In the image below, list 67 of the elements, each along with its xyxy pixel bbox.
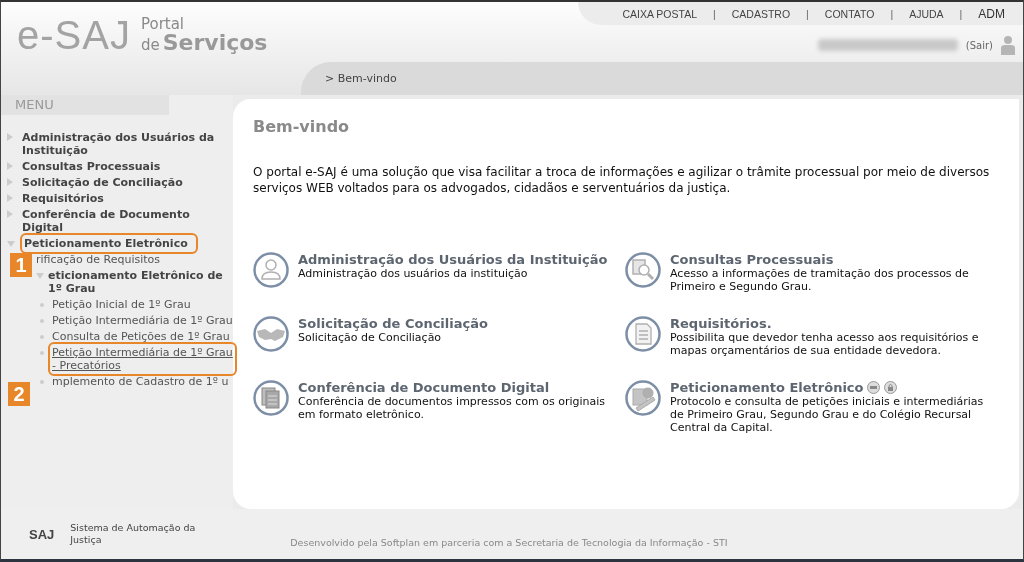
certificate-icon bbox=[867, 381, 881, 394]
menu-item[interactable]: Requisitórios bbox=[22, 192, 104, 205]
role-label: ADM bbox=[978, 7, 1005, 21]
service-description: Protocolo e consulta de petições iniciais e intermediárias de Primeiro Grau, Segundo Grau e do Colégio Recursal Central da Capital. bbox=[670, 395, 985, 434]
service-description: Acesso a informações de tramitação dos processos de Primeiro e Segundo Grau. bbox=[670, 267, 970, 293]
tree-toggle-icon[interactable] bbox=[7, 194, 13, 202]
esaj-logo: e-SAJ bbox=[17, 12, 131, 58]
menu-link[interactable]: mplemento de Cadastro de 1º u bbox=[52, 375, 229, 388]
credits-text: Desenvolvido pela Softplan em parceria com a Secretaria de Tecnologia da Informação - STI bbox=[290, 535, 728, 548]
tree-toggle-icon[interactable] bbox=[7, 178, 13, 186]
menu-title: MENU bbox=[1, 95, 169, 115]
nav-link[interactable]: AJUDA bbox=[909, 8, 944, 20]
user-icon bbox=[1001, 35, 1015, 55]
tree-toggle-icon[interactable] bbox=[7, 133, 13, 141]
nav-link[interactable]: CAIXA POSTAL bbox=[622, 8, 697, 20]
logout-link[interactable]: (Sair) bbox=[965, 39, 993, 51]
nav-separator: | bbox=[959, 8, 963, 20]
service-description: Possibilita que devedor tenha acesso aos requisitórios e mapas orçamentários de sua entidade devedora. bbox=[670, 331, 980, 357]
tree-toggle-icon[interactable] bbox=[7, 162, 13, 170]
service-icon[interactable] bbox=[625, 316, 661, 352]
tree-toggle-icon[interactable] bbox=[7, 241, 15, 247]
bullet-icon bbox=[40, 303, 44, 307]
intro-text: O portal e-SAJ é uma solução que visa facilitar a troca de informações e agilizar o trâmite processual por meio de diversos serviços WEB voltados para os advogados, cidadãos e serventuários da justiça. bbox=[253, 164, 991, 196]
bullet-icon bbox=[40, 319, 44, 323]
service-icon[interactable] bbox=[253, 316, 289, 352]
service-description: Administração dos usuários da instituição bbox=[298, 267, 529, 280]
nav-separator: | bbox=[713, 8, 716, 20]
service-title[interactable]: Conferência de Documento Digital bbox=[298, 380, 550, 395]
saj-logo: SAJ bbox=[29, 526, 55, 542]
menu-item[interactable]: Conferência de Documento Digital bbox=[22, 208, 233, 234]
service-title[interactable]: Solicitação de Conciliação bbox=[298, 316, 488, 331]
breadcrumb: > Bem-vindo bbox=[325, 72, 397, 85]
menu-link[interactable]: Consulta de Petições de 1º Grau bbox=[52, 330, 230, 343]
menu-item[interactable]: Solicitação de Conciliação bbox=[22, 176, 183, 189]
portal-title: de bbox=[140, 37, 160, 53]
step-badge: 2 bbox=[8, 382, 30, 406]
bullet-icon bbox=[40, 380, 44, 384]
menu-link[interactable]: Petição Inicial de 1º Grau bbox=[52, 298, 191, 311]
service-description: Solicitação de Conciliação bbox=[298, 331, 443, 344]
tree-toggle-icon[interactable] bbox=[7, 210, 13, 218]
service-title[interactable]: Requisitórios. bbox=[670, 316, 772, 331]
page-title: Bem-vindo bbox=[253, 117, 351, 136]
lock-icon bbox=[884, 381, 898, 394]
service-title[interactable]: Peticionamento Eletrônico bbox=[670, 380, 864, 395]
nav-separator: | bbox=[806, 8, 809, 20]
tree-toggle-icon[interactable] bbox=[36, 273, 44, 279]
service-description: Conferência de documentos impressos com os originais em formato eletrônico. bbox=[298, 395, 607, 421]
menu-item[interactable]: Administração dos Usuários da Instituição bbox=[22, 131, 233, 157]
service-icon[interactable] bbox=[253, 380, 289, 416]
menu-item[interactable]: rificação de Requisitos bbox=[36, 253, 161, 266]
service-title[interactable]: Administração dos Usuários da Instituição bbox=[298, 252, 608, 267]
nav-separator: | bbox=[890, 8, 894, 20]
bullet-icon bbox=[40, 335, 44, 339]
service-icon[interactable] bbox=[625, 380, 661, 416]
menu-item[interactable]: eticionamento Eletrônico de 1º Grau bbox=[48, 269, 233, 295]
step-badge: 1 bbox=[10, 253, 32, 277]
menu-link[interactable]: Petição Intermediária de 1º Grau bbox=[52, 314, 233, 327]
portal-title: Portal bbox=[140, 16, 186, 32]
system-name: Sistema de Automação da Justiça bbox=[70, 522, 197, 546]
service-icon[interactable] bbox=[625, 252, 661, 288]
service-title[interactable]: Consultas Processuais bbox=[670, 252, 834, 267]
service-icon[interactable] bbox=[253, 252, 289, 288]
nav-link[interactable]: CADASTRO bbox=[731, 8, 791, 20]
bullet-icon bbox=[40, 351, 44, 355]
menu-item[interactable]: Consultas Processuais bbox=[22, 160, 161, 173]
nav-link[interactable]: CONTATO bbox=[824, 8, 875, 20]
portal-title: Serviços bbox=[162, 31, 268, 54]
